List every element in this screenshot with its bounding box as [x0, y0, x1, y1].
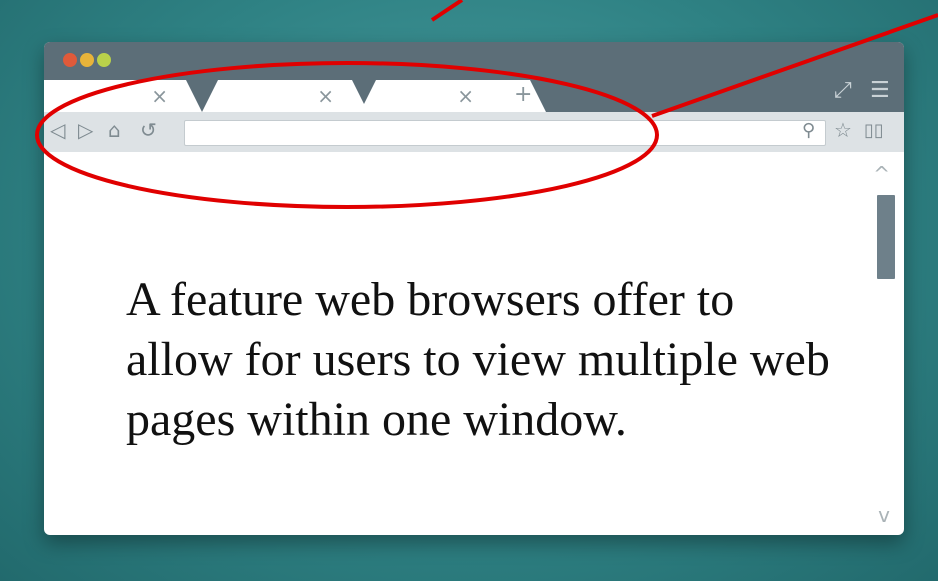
close-icon[interactable]: ×: [457, 84, 474, 108]
close-icon[interactable]: ×: [317, 84, 334, 108]
scroll-down-icon[interactable]: v: [878, 503, 890, 527]
title-bar: × × × + ⤢ ☰: [44, 42, 904, 112]
address-bar[interactable]: [184, 120, 826, 146]
search-icon[interactable]: ⚲: [802, 120, 815, 141]
reload-icon[interactable]: ↺: [140, 118, 157, 142]
definition-text: A feature web browsers offer to allow fo…: [126, 273, 830, 446]
reader-icon[interactable]: ▯▯: [864, 120, 884, 141]
browser-window: × × × + ⤢ ☰ ◁ ▷ ⌂ ↺ ⚲ ☆ ▯▯ A feature web…: [44, 42, 904, 535]
close-icon[interactable]: ×: [151, 84, 168, 108]
maximize-window-button[interactable]: [97, 53, 111, 67]
new-tab-icon[interactable]: +: [514, 82, 532, 107]
bookmark-icon[interactable]: ☆: [834, 118, 852, 142]
navigation-bar: ◁ ▷ ⌂ ↺ ⚲ ☆ ▯▯: [44, 112, 904, 152]
scrollbar-thumb[interactable]: [877, 195, 895, 279]
forward-icon[interactable]: ▷: [78, 118, 93, 142]
close-window-button[interactable]: [63, 53, 77, 67]
tab-1[interactable]: ×: [44, 80, 202, 112]
expand-icon[interactable]: ⤢: [834, 78, 852, 103]
back-icon[interactable]: ◁: [50, 118, 65, 142]
minimize-window-button[interactable]: [80, 53, 94, 67]
tab-2[interactable]: ×: [202, 80, 368, 112]
menu-icon[interactable]: ☰: [870, 78, 890, 103]
annotation-pointer-line-left: [430, 0, 464, 22]
home-icon[interactable]: ⌂: [108, 118, 121, 142]
scroll-up-icon[interactable]: ^: [873, 162, 890, 186]
page-content: A feature web browsers offer to allow fo…: [44, 152, 904, 535]
